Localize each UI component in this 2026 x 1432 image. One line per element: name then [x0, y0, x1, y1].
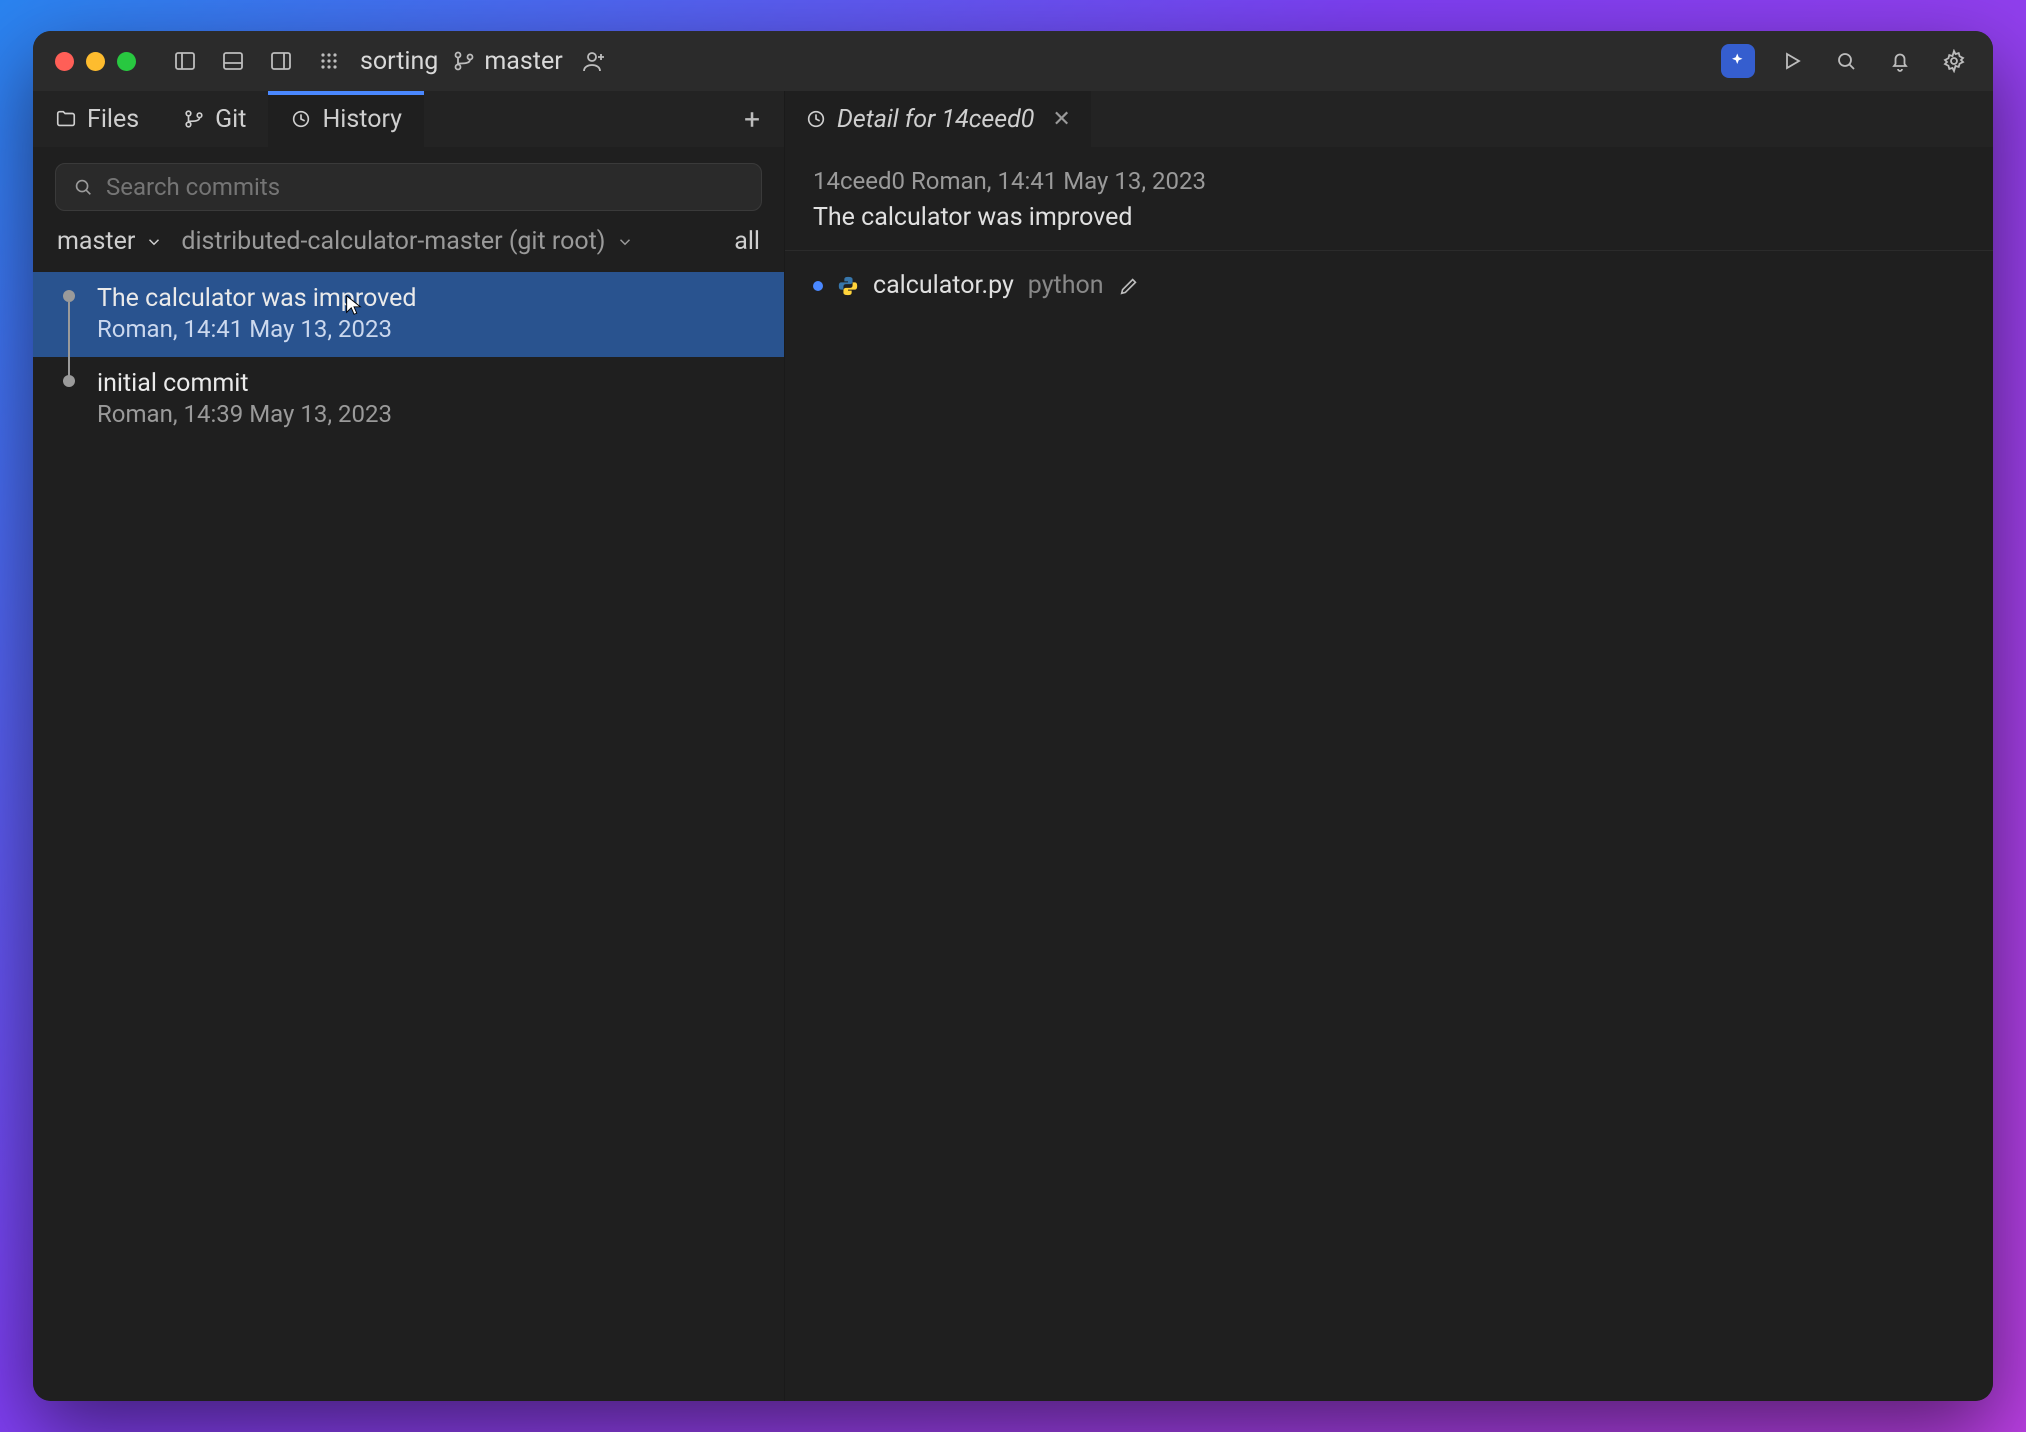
search-input[interactable]: [106, 173, 745, 201]
maximize-window[interactable]: [117, 52, 136, 71]
edit-icon[interactable]: [1118, 275, 1140, 297]
changed-file[interactable]: calculator.py python: [813, 271, 1965, 300]
panel-left-icon[interactable]: [168, 44, 202, 78]
panel-bottom-icon[interactable]: [216, 44, 250, 78]
grid-icon[interactable]: [312, 44, 346, 78]
commit-node-icon: [63, 375, 75, 387]
commit-title: initial commit: [97, 369, 760, 398]
detail-tabs: Detail for 14ceed0 ✕: [785, 91, 1993, 147]
clock-icon: [805, 108, 827, 130]
chevron-down-icon: [616, 233, 634, 251]
commit-detail-header: 14ceed0 Roman, 14:41 May 13, 2023 The ca…: [785, 147, 1993, 251]
tab-files[interactable]: Files: [33, 91, 161, 147]
settings-icon[interactable]: [1937, 44, 1971, 78]
commit-hash-line: 14ceed0 Roman, 14:41 May 13, 2023: [813, 167, 1965, 195]
ai-assistant-icon[interactable]: [1721, 44, 1755, 78]
tab-history-label: History: [322, 105, 402, 134]
titlebar: sorting master: [33, 31, 1993, 91]
content-area: Files Git History +: [33, 91, 1993, 1401]
window-controls: [55, 52, 136, 71]
minimize-window[interactable]: [86, 52, 105, 71]
commit-meta: Roman, 14:39 May 13, 2023: [97, 400, 760, 428]
run-icon[interactable]: [1775, 44, 1809, 78]
tab-files-label: Files: [87, 105, 139, 134]
modified-indicator-icon: [813, 281, 823, 291]
left-tabs: Files Git History +: [33, 91, 784, 147]
close-window[interactable]: [55, 52, 74, 71]
filter-all[interactable]: all: [734, 227, 760, 256]
commit-item[interactable]: initial commit Roman, 14:39 May 13, 2023: [33, 357, 784, 442]
changed-files: calculator.py python: [785, 251, 1993, 320]
root-filter[interactable]: distributed-calculator-master (git root): [181, 227, 633, 256]
filter-row: master distributed-calculator-master (gi…: [33, 221, 784, 272]
search-commits[interactable]: [55, 163, 762, 211]
chevron-down-icon: [145, 233, 163, 251]
file-name: calculator.py: [873, 271, 1014, 300]
tab-git-label: Git: [215, 105, 246, 134]
branch-filter[interactable]: master: [57, 227, 163, 256]
panel-right-icon[interactable]: [264, 44, 298, 78]
notifications-icon[interactable]: [1883, 44, 1917, 78]
commit-meta: Roman, 14:41 May 13, 2023: [97, 315, 760, 343]
detail-panel: Detail for 14ceed0 ✕ 14ceed0 Roman, 14:4…: [785, 91, 1993, 1401]
file-dir: python: [1028, 271, 1104, 300]
detail-tab-label: Detail for 14ceed0: [837, 105, 1034, 134]
left-panel: Files Git History +: [33, 91, 785, 1401]
search-icon: [72, 176, 94, 198]
add-user-icon[interactable]: [577, 44, 611, 78]
search-icon[interactable]: [1829, 44, 1863, 78]
commit-title: The calculator was improved: [97, 284, 760, 313]
tab-git[interactable]: Git: [161, 91, 268, 147]
commit-node-icon: [63, 290, 75, 302]
branch-icon[interactable]: master: [452, 44, 562, 78]
commit-message: The calculator was improved: [813, 203, 1965, 232]
project-name[interactable]: sorting: [360, 47, 438, 76]
commit-list: The calculator was improved Roman, 14:41…: [33, 272, 784, 1401]
close-tab-icon[interactable]: ✕: [1052, 107, 1070, 132]
ide-window: sorting master: [33, 31, 1993, 1401]
detail-tab[interactable]: Detail for 14ceed0 ✕: [785, 91, 1091, 147]
add-tab-button[interactable]: +: [720, 91, 784, 147]
branch-name: master: [484, 47, 562, 76]
tab-history[interactable]: History: [268, 91, 424, 147]
commit-item[interactable]: The calculator was improved Roman, 14:41…: [33, 272, 784, 357]
python-file-icon: [837, 275, 859, 297]
